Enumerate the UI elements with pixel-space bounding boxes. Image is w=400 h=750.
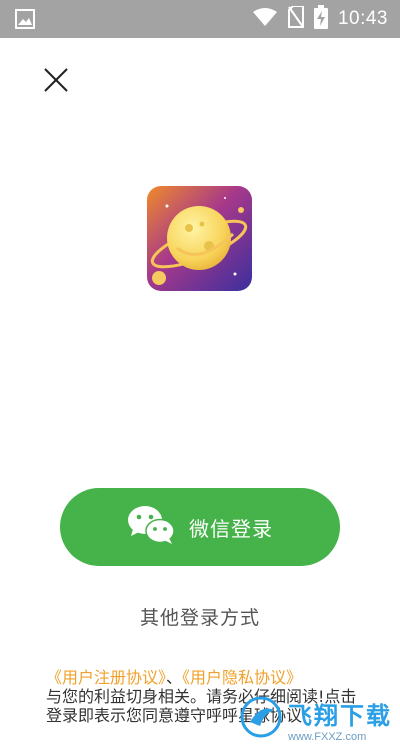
user-agreement-link[interactable]: 《用户注册协议》 — [46, 668, 166, 687]
wifi-icon — [252, 7, 278, 31]
status-bar: 10:43 — [0, 0, 400, 38]
close-icon — [44, 68, 68, 92]
watermark-url: www.FXXZ.com — [288, 730, 367, 743]
wechat-login-button[interactable]: 微信登录 — [60, 488, 340, 566]
close-button[interactable] — [38, 62, 74, 98]
privacy-agreement-link[interactable]: 《用户隐私协议》 — [182, 668, 302, 687]
agreement-body: 与您的利益切身相关。请务必仔细阅读!点击登录即表示您同意遵守呼呼星球协议 — [46, 687, 357, 725]
wechat-icon — [127, 505, 175, 549]
app-logo — [147, 186, 252, 291]
status-time: 10:43 — [337, 8, 388, 29]
agreement-text: 《用户注册协议》、《用户隐私协议》 与您的利益切身相关。请务必仔细阅读!点击登录… — [46, 668, 366, 725]
image-icon — [15, 9, 35, 33]
battery-charging-icon — [313, 5, 328, 33]
planet-logo-icon — [147, 186, 252, 291]
wechat-login-label: 微信登录 — [189, 516, 273, 541]
other-login-link[interactable]: 其他登录方式 — [0, 603, 400, 630]
agreement-separator: 、 — [166, 668, 183, 687]
no-sim-icon — [287, 5, 304, 32]
